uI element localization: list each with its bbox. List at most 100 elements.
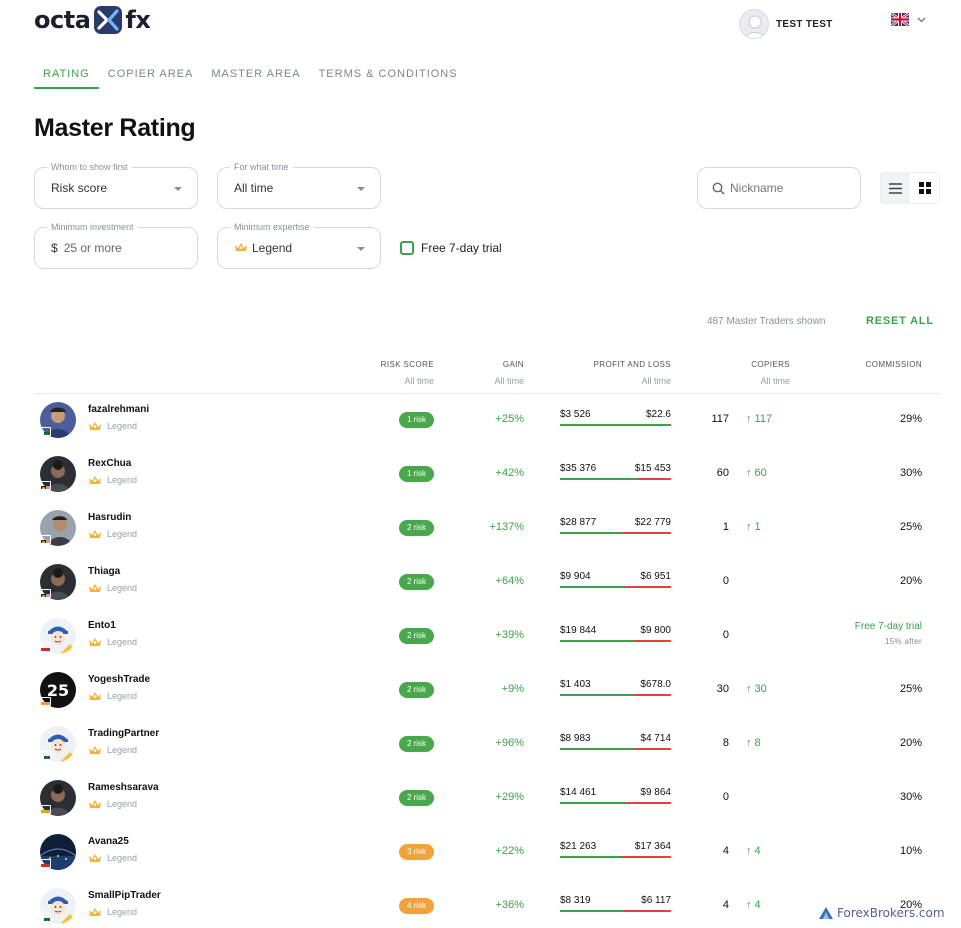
language-selector[interactable] [891, 13, 926, 26]
user-menu[interactable]: TEST TEST [739, 9, 833, 39]
nickname-search[interactable] [697, 167, 861, 209]
column-profit-loss[interactable]: PROFIT AND LOSS All time [594, 360, 671, 386]
trader-level-label: Legend [107, 637, 138, 647]
column-gain-sub: All time [494, 376, 524, 386]
trader-nickname[interactable]: Thiaga [88, 566, 120, 577]
trader-level: Legend [88, 744, 137, 756]
free-trial-checkbox[interactable] [400, 241, 414, 255]
page-title: Master Rating [34, 114, 196, 142]
loss-value: $15 453 [634, 463, 671, 474]
trader-level: Legend [88, 852, 137, 864]
copiers-count: 8 [722, 737, 729, 749]
table-row[interactable]: SmallPipTrader Legend 4 risk +36% $8 319 $6 1… [34, 879, 940, 928]
trader-nickname[interactable]: Ento1 [88, 620, 116, 631]
reset-all-button[interactable]: RESET ALL [866, 315, 934, 327]
trader-nickname[interactable]: fazalrehmani [88, 404, 149, 415]
legend-crown-icon [89, 746, 101, 754]
column-commission[interactable]: COMMISSION [866, 360, 922, 369]
minimum-investment-wrap: $25 or more [51, 241, 122, 255]
minimum-expertise-select[interactable]: Minimum expertise Legend [217, 222, 381, 269]
trader-nickname[interactable]: SmallPipTrader [88, 890, 161, 901]
table-row[interactable]: fazalrehmani Legend 1 risk +25% $3 526 $22.6 1… [34, 393, 940, 447]
copiers-count: 0 [722, 629, 729, 641]
loss-value: $678.0 [640, 679, 671, 690]
risk-score-badge: 2 risk [399, 790, 434, 806]
trader-level-label: Legend [107, 691, 138, 701]
whom-to-show-value: Risk score [51, 181, 108, 195]
user-avatar [739, 9, 769, 39]
grid-view-icon [918, 182, 931, 194]
legend-crown-icon [89, 908, 101, 916]
column-gain[interactable]: GAIN All time [494, 360, 524, 386]
trader-nickname[interactable]: TradingPartner [88, 728, 159, 739]
commission-value: 30% [899, 467, 922, 479]
loss-value: $6 117 [641, 895, 671, 906]
risk-score-badge: 1 risk [399, 412, 434, 428]
table-row[interactable]: Hasrudin Legend 2 risk +137% $28 877 $22 779 1… [34, 501, 940, 555]
minimum-expertise-wrap: Legend [234, 241, 292, 255]
trader-level: Legend [88, 690, 137, 702]
search-icon [712, 182, 725, 195]
profit-bar [560, 424, 670, 426]
watermark-text: ForexBrokers.com [837, 906, 945, 920]
trader-nickname[interactable]: Hasrudin [88, 512, 131, 523]
list-view-button[interactable] [881, 173, 910, 203]
country-flag-icon [40, 427, 51, 436]
whom-to-show-select[interactable]: Whom to show first Risk score [34, 162, 198, 209]
column-risk-score[interactable]: RISK SCORE All time [381, 360, 434, 386]
legend-crown-icon [89, 584, 101, 592]
minimum-investment-input[interactable]: Minimum investment $25 or more [34, 222, 198, 269]
table-row[interactable]: Ento1 Legend 2 risk +39% $19 844 $9 800 0 Free … [34, 609, 940, 663]
trader-level: Legend [88, 636, 137, 648]
table-row[interactable]: Rameshsarava Legend 2 risk +29% $14 461 $9 86… [34, 771, 940, 825]
time-period-select[interactable]: For what time All time [217, 162, 381, 209]
copiers-count: 117 [711, 413, 729, 425]
table-row[interactable]: Avana25 Legend 3 risk +22% $21 263 $17 364 4 ↑ … [34, 825, 940, 879]
copiers-growth: ↑ 60 [746, 467, 767, 479]
forexbrokers-watermark: ForexBrokers.com [818, 906, 945, 920]
risk-score-badge: 1 risk [399, 466, 434, 482]
copiers-growth: ↑ 4 [746, 899, 761, 911]
table-row[interactable]: TradingPartner Legend 2 risk +96% $8 983 $4 7… [34, 717, 940, 771]
profit-bar [560, 694, 634, 696]
octafx-logo[interactable]: octa fx [34, 6, 151, 34]
profit-bar [560, 532, 622, 534]
trader-nickname[interactable]: RexChua [88, 458, 131, 469]
country-flag-icon [40, 805, 51, 814]
column-copiers[interactable]: COPIERS All time [751, 360, 790, 386]
tab-copier-area[interactable]: COPIER AREA [99, 62, 203, 89]
copiers-count: 4 [722, 899, 729, 911]
gain-value: +137% [489, 521, 524, 533]
trader-nickname[interactable]: Rameshsarava [88, 782, 159, 793]
risk-score-badge: 3 risk [399, 844, 434, 860]
dropdown-caret-icon [174, 187, 182, 191]
profit-value: $35 376 [560, 463, 597, 474]
tab-terms-conditions[interactable]: TERMS & CONDITIONS [310, 62, 467, 89]
column-copiers-sub: All time [760, 376, 790, 386]
country-flag-icon [40, 913, 51, 922]
table-row[interactable]: 25 YogeshTrade Legend 2 risk +9% $1 403 $678.0… [34, 663, 940, 717]
profit-loss-cell: $1 403 $678.0 [560, 679, 671, 697]
trader-level-label: Legend [107, 799, 138, 809]
trader-level-label: Legend [107, 421, 138, 431]
minimum-investment-value: 25 or more [63, 241, 122, 255]
traders-shown-count: 487 Master Traders shown [707, 316, 826, 327]
tab-master-area[interactable]: MASTER AREA [202, 62, 309, 89]
trader-nickname[interactable]: Avana25 [88, 836, 129, 847]
logo-text-right: fx [125, 6, 151, 34]
table-row[interactable]: Thiaga Legend 2 risk +64% $9 904 $6 951 0 20% [34, 555, 940, 609]
nickname-search-input[interactable] [730, 178, 850, 198]
tab-rating[interactable]: RATING [34, 62, 99, 89]
trader-nickname[interactable]: YogeshTrade [88, 674, 150, 685]
copiers-count: 1 [722, 521, 729, 533]
profit-value: $1 403 [560, 679, 591, 690]
trader-level: Legend [88, 906, 137, 918]
gain-value: +39% [495, 629, 524, 641]
trader-level-label: Legend [107, 907, 138, 917]
legend-crown-icon [89, 854, 101, 862]
profit-value: $3 526 [560, 409, 591, 420]
free-trial-label: Free 7-day trial [421, 241, 502, 255]
table-row[interactable]: RexChua Legend 1 risk +42% $35 376 $15 453 60 ↑… [34, 447, 940, 501]
grid-view-button[interactable] [910, 173, 939, 203]
free-trial-filter[interactable]: Free 7-day trial [400, 241, 502, 255]
